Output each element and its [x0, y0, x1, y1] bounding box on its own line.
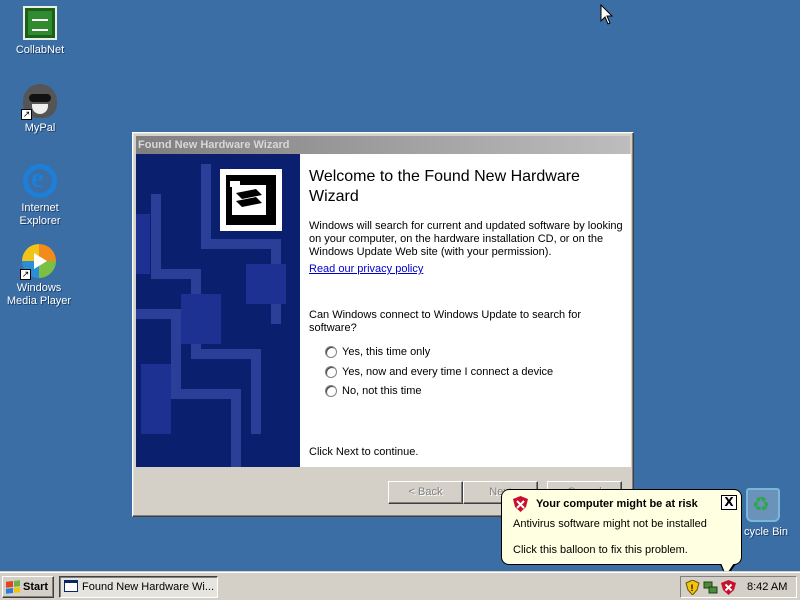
desktop-icon-label: MyPal: [24, 122, 56, 134]
desktop-icon-label: Windows Media Player: [6, 282, 72, 307]
window-title-bar[interactable]: Found New Hardware Wizard: [136, 136, 630, 154]
desktop-icon-label: Internet Explorer: [19, 202, 61, 227]
network-icon[interactable]: [703, 580, 718, 595]
wizard-heading: Welcome to the Found New Hardware Wizard: [309, 168, 580, 205]
system-clock[interactable]: 8:42 AM: [747, 577, 787, 597]
start-button[interactable]: Start: [2, 576, 54, 598]
desktop-icon-collabnet[interactable]: CollabNet: [2, 6, 78, 57]
balloon-action-text: Click this balloon to fix this problem.: [513, 544, 688, 556]
found-new-hardware-wizard-window: Found New Hardware Wizard Welcome to the…: [132, 132, 634, 517]
wizard-content-panel: Welcome to the Found New Hardware Wizard…: [300, 154, 631, 467]
media-player-icon: ↗: [20, 244, 56, 280]
radio-label: No, not this time: [342, 385, 422, 397]
desktop-icon-mypal[interactable]: ↗ MyPal: [2, 84, 78, 135]
radio-button[interactable]: [325, 366, 337, 378]
desktop-icon-internet-explorer[interactable]: Internet Explorer: [2, 163, 78, 228]
balloon-message: Antivirus software might not be installe…: [513, 518, 707, 530]
window-icon: [64, 580, 78, 592]
radio-label: Yes, this time only: [342, 346, 431, 358]
radio-option-this-time-only[interactable]: Yes, this time only: [325, 345, 430, 359]
radio-label: Yes, now and every time I connect a devi…: [342, 366, 554, 378]
system-tray: ! 8:42 AM: [680, 576, 797, 598]
security-alert-shield-icon[interactable]: [721, 580, 736, 595]
security-center-icon[interactable]: !: [685, 580, 700, 595]
back-button[interactable]: < Back: [388, 481, 463, 504]
security-shield-icon: [513, 496, 528, 512]
recycle-bin-icon: [746, 488, 780, 522]
security-balloon-notification[interactable]: Your computer might be at risk X Antivir…: [501, 489, 742, 565]
wizard-footer-text: Click Next to continue.: [309, 446, 419, 458]
wizard-description: Windows will search for current and upda…: [309, 220, 623, 258]
shortcut-arrow-icon: ↗: [21, 109, 32, 120]
internet-explorer-icon: [23, 163, 57, 198]
collabnet-icon: [23, 6, 57, 40]
windows-logo-icon: [6, 580, 20, 594]
windows-update-question: Can Windows connect to Windows Update to…: [309, 309, 582, 334]
svg-text:!: !: [691, 583, 694, 593]
radio-option-every-time[interactable]: Yes, now and every time I connect a devi…: [325, 365, 553, 379]
raccoon-icon: ↗: [21, 84, 57, 120]
privacy-policy-link[interactable]: Read our privacy policy: [309, 263, 423, 275]
radio-option-not-this-time[interactable]: No, not this time: [325, 384, 421, 398]
wizard-sidebar-banner: [136, 154, 300, 467]
radio-button[interactable]: [325, 346, 337, 358]
taskbar-item-hardware-wizard[interactable]: Found New Hardware Wi...: [59, 576, 218, 598]
start-label: Start: [23, 581, 49, 593]
radio-button[interactable]: [325, 385, 337, 397]
hardware-device-icon: [220, 169, 282, 231]
desktop-icon-label: CollabNet: [15, 44, 65, 56]
taskbar-item-label: Found New Hardware Wi...: [82, 581, 215, 593]
balloon-title: Your computer might be at risk: [536, 498, 698, 510]
balloon-close-button[interactable]: X: [721, 495, 737, 510]
taskbar: Start Found New Hardware Wi... ! 8:42 AM: [0, 572, 800, 600]
desktop-icon-media-player[interactable]: ↗ Windows Media Player: [1, 244, 77, 308]
shortcut-arrow-icon: ↗: [20, 269, 31, 280]
